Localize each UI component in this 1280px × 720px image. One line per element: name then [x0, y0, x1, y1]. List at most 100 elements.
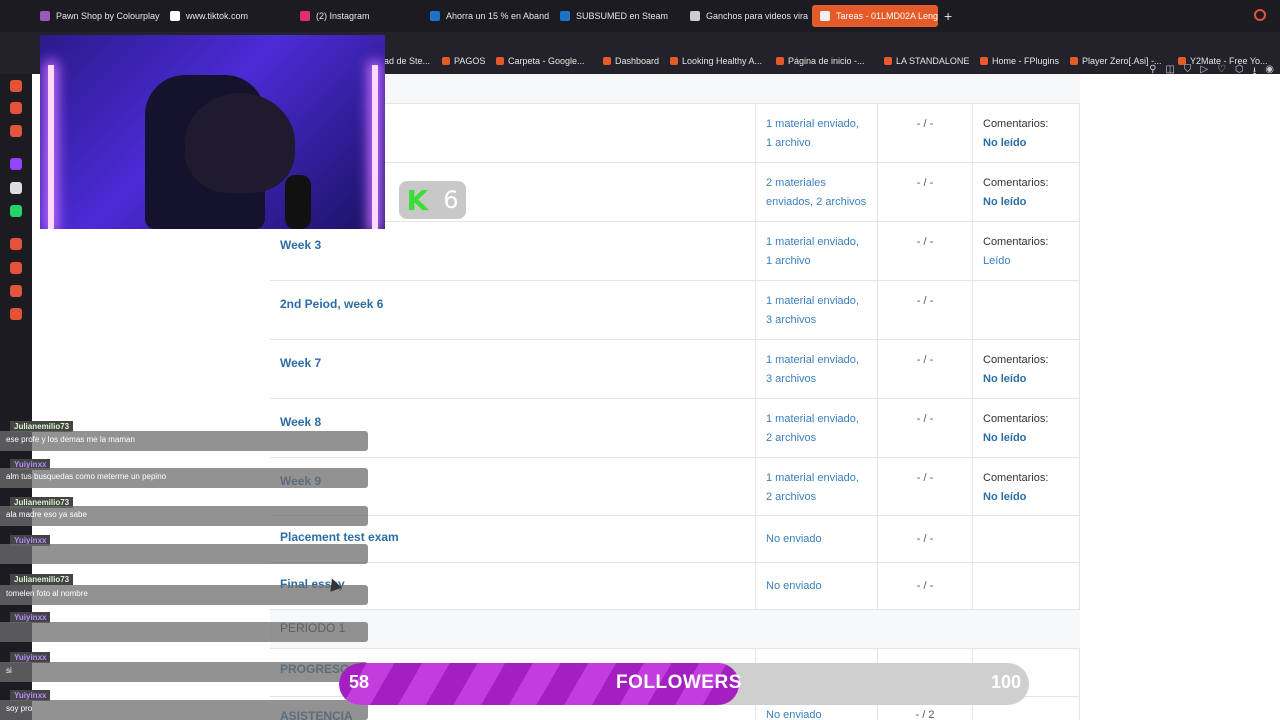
- bookmark-item[interactable]: Home - FPlugins: [980, 56, 1059, 66]
- bookmark-item[interactable]: Y2Mate - Free Yo...: [1178, 56, 1268, 66]
- browser-tab[interactable]: Tareas - 01LMD02A Leng: [812, 5, 938, 27]
- bookmark-label: ad de Ste...: [384, 56, 431, 66]
- comment-cell: [972, 516, 1080, 562]
- twitch-icon[interactable]: [10, 158, 22, 170]
- assignment-row: Week 8 1 material enviado, 2 archivos - / -…: [270, 398, 1080, 457]
- submission-status[interactable]: 1 material enviado,: [766, 469, 859, 488]
- submission-status[interactable]: 2 archivos: [766, 488, 816, 507]
- score-value: - / -: [916, 472, 934, 484]
- submission-status[interactable]: 1 material enviado,: [766, 351, 859, 370]
- submission-status[interactable]: No enviado: [766, 706, 822, 720]
- bookmark-item[interactable]: PAGOS: [442, 56, 485, 66]
- comment-status-link[interactable]: No leído: [983, 373, 1026, 385]
- submission-status[interactable]: 1 material enviado,: [766, 292, 859, 311]
- bookmark-item[interactable]: Dashboard: [603, 56, 659, 66]
- mail-icon[interactable]: [10, 125, 22, 137]
- score-value: - / 2: [915, 709, 935, 720]
- chat-message: soy pro: [0, 700, 368, 720]
- followers-goal: 100: [990, 672, 1021, 692]
- browser-tab[interactable]: SUBSUMED en Steam: [552, 0, 682, 32]
- bookmark-item[interactable]: LA STANDALONE: [884, 56, 969, 66]
- submission-status[interactable]: 1 material enviado,: [766, 233, 859, 252]
- browser-tab[interactable]: Ahorra un 15 % en Aband: [422, 0, 552, 32]
- browser-tab[interactable]: Ganchos para videos vira: [682, 0, 812, 32]
- status-cell: 1 material enviado, 2 archivos: [755, 458, 877, 515]
- bookmark-favicon-icon: [776, 57, 784, 65]
- bookmark-label: Dashboard: [615, 56, 660, 66]
- assignment-link[interactable]: Placement test exam: [280, 530, 399, 544]
- score-cell: - / -: [877, 222, 972, 280]
- tab-bar: Pawn Shop by Colourplay www.tiktok.com (2)…: [32, 0, 1280, 32]
- whatsapp-icon[interactable]: [10, 205, 22, 217]
- assignment-row: 2 materiales enviados, 2 archivos - / - Com…: [270, 162, 1080, 221]
- comment-status-link[interactable]: No leído: [983, 491, 1026, 503]
- bookmark-label: Player Zero[.Asi] -...: [1082, 56, 1162, 66]
- player-icon[interactable]: [10, 238, 22, 250]
- tab-favicon-icon: [560, 11, 570, 21]
- comment-status-link[interactable]: Leído: [983, 255, 1011, 267]
- chat-message: ese profe y los demas me la maman: [0, 431, 368, 451]
- submission-status[interactable]: No enviado: [766, 577, 822, 596]
- browser-tab[interactable]: www.tiktok.com: [162, 0, 292, 32]
- score-cell: - / -: [877, 563, 972, 609]
- submission-status[interactable]: 3 archivos: [766, 370, 816, 389]
- notes-icon[interactable]: [10, 102, 22, 114]
- submission-status[interactable]: 2 materiales: [766, 174, 826, 193]
- submission-status[interactable]: enviados, 2 archivos: [766, 193, 866, 212]
- bookmark-item[interactable]: Looking Healthy A...: [670, 56, 762, 66]
- assignment-link[interactable]: Week 7: [280, 356, 321, 370]
- comment-label: Comentarios:: [983, 177, 1049, 189]
- tab-label: (2) Instagram: [316, 11, 370, 21]
- chat-message: ala madre eso ya sabe: [0, 506, 368, 526]
- x-icon[interactable]: [10, 182, 22, 194]
- led-light-left: [48, 65, 54, 229]
- chat-message: tomelen foto al nombre: [0, 585, 368, 605]
- webcam-overlay: [40, 35, 385, 229]
- score-value: - / -: [916, 354, 934, 366]
- bookmark-item[interactable]: Player Zero[.Asi] -...: [1070, 56, 1162, 66]
- tab-favicon-icon: [820, 11, 830, 21]
- settings-icon[interactable]: [10, 308, 22, 320]
- bookmark-item[interactable]: Página de inicio -...: [776, 56, 865, 66]
- score-cell: - / -: [877, 458, 972, 515]
- comment-status-link[interactable]: No leído: [983, 137, 1026, 149]
- bookmark-item[interactable]: Carpeta - Google...: [496, 56, 585, 66]
- microphone-icon: [285, 175, 311, 229]
- pinboard-icon[interactable]: [10, 285, 22, 297]
- search-icon[interactable]: [1254, 9, 1266, 21]
- status-cell: No enviado: [755, 516, 877, 562]
- tab-label: Pawn Shop by Colourplay: [56, 11, 160, 21]
- comment-status-link[interactable]: No leído: [983, 432, 1026, 444]
- submission-status[interactable]: 1 archivo: [766, 252, 811, 271]
- new-tab-button[interactable]: +: [944, 8, 952, 24]
- bookmark-favicon-icon: [1178, 57, 1186, 65]
- tab-label: www.tiktok.com: [186, 11, 249, 21]
- comment-cell: [972, 563, 1080, 609]
- submission-status[interactable]: No enviado: [766, 530, 822, 549]
- assignment-link[interactable]: Week 3: [280, 238, 321, 252]
- submission-status[interactable]: 1 material enviado,: [766, 410, 859, 429]
- followers-current: 58: [349, 672, 370, 692]
- browser-tab[interactable]: Pawn Shop by Colourplay: [32, 0, 162, 32]
- browser-tab[interactable]: (2) Instagram: [292, 0, 422, 32]
- status-cell: 2 materiales enviados, 2 archivos: [755, 163, 877, 221]
- submission-status[interactable]: 3 archivos: [766, 311, 816, 330]
- extensions-icon[interactable]: [10, 80, 22, 92]
- kill-counter-badge: K 6: [399, 181, 466, 219]
- submission-status[interactable]: 1 archivo: [766, 134, 811, 153]
- status-cell: No enviado: [755, 563, 877, 609]
- bookmark-favicon-icon: [1070, 57, 1078, 65]
- submission-status[interactable]: 1 material enviado,: [766, 115, 859, 134]
- assignment-link[interactable]: Week 8: [280, 415, 321, 429]
- followers-goal-bar: 58 FOLLOWERS 100: [339, 663, 1029, 705]
- tab-favicon-icon: [170, 11, 180, 21]
- assignment-row: Week 3 1 material enviado, 1 archivo - / - C…: [270, 221, 1080, 280]
- submission-status[interactable]: 2 archivos: [766, 429, 816, 448]
- comment-status-link[interactable]: No leído: [983, 196, 1026, 208]
- assignment-link[interactable]: 2nd Peiod, week 6: [280, 297, 383, 311]
- score-value: - / -: [916, 177, 934, 189]
- kill-count: 6: [443, 186, 459, 214]
- history-icon[interactable]: [10, 262, 22, 274]
- comment-cell: [972, 281, 1080, 339]
- comment-label: Comentarios:: [983, 236, 1049, 248]
